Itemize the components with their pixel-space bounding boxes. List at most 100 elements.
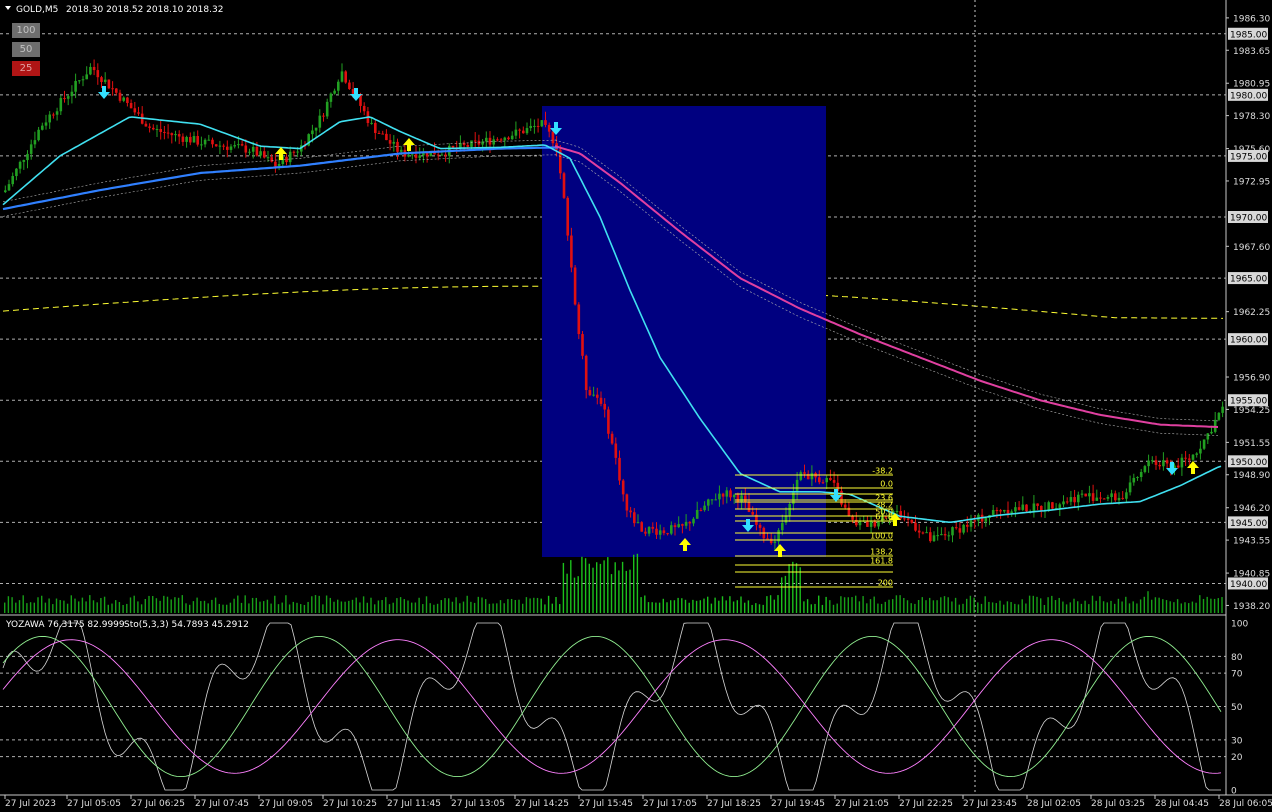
volume-bar: [1158, 597, 1160, 613]
volume-bar: [89, 595, 91, 613]
volume-bar: [340, 601, 343, 613]
candle-body: [440, 154, 444, 156]
volume-bar: [673, 600, 676, 613]
time-label: 28 Jul 03:25: [1091, 799, 1145, 809]
time-label: 28 Jul 02:05: [1027, 799, 1081, 809]
volume-bar: [910, 603, 912, 613]
volume-bar: [337, 599, 339, 613]
candle-body: [954, 527, 958, 529]
volume-bar: [1095, 600, 1097, 613]
candle-body: [607, 409, 610, 434]
volume-bar: [647, 602, 650, 613]
candle-body: [122, 97, 125, 101]
candle-body: [466, 144, 470, 147]
volume-bar: [1069, 602, 1071, 613]
candle-body: [436, 154, 440, 156]
candle-body: [255, 146, 259, 156]
dropdown-triangle-icon[interactable]: [5, 6, 11, 10]
volume-bar: [11, 597, 13, 613]
volume-bar: [877, 603, 879, 613]
candle-body: [821, 482, 825, 484]
candle-body: [237, 144, 240, 146]
candle-body: [381, 133, 384, 135]
volume-bar: [695, 600, 698, 613]
candle-body: [388, 140, 392, 144]
volume-bar: [607, 557, 609, 613]
volume-bar: [163, 595, 165, 613]
volume-bar: [429, 603, 431, 613]
volume-bar: [681, 598, 683, 613]
volume-bar: [954, 597, 957, 613]
candle-body: [825, 477, 828, 483]
volume-bar: [129, 597, 132, 613]
volume-bar: [1199, 595, 1201, 613]
candle-body: [636, 522, 640, 524]
volume-bar: [884, 601, 886, 613]
volume-bar: [1006, 601, 1009, 613]
candle-body: [718, 493, 721, 500]
candle-body: [1084, 493, 1087, 497]
volume-bar: [189, 604, 191, 613]
candle-body: [214, 144, 218, 147]
button-25[interactable]: 25: [12, 61, 40, 76]
candle-body: [166, 132, 170, 134]
candle-body: [640, 522, 643, 532]
candle-body: [1036, 503, 1039, 506]
price-tick-label: 1962.25: [1233, 308, 1270, 318]
price-label: 1965.00: [1230, 275, 1267, 285]
volume-bar: [581, 556, 583, 613]
volume-bar: [806, 599, 809, 613]
price-label: 1945.00: [1230, 519, 1267, 529]
volume-bar: [758, 604, 761, 613]
volume-bar: [152, 596, 154, 613]
candle-body: [266, 157, 270, 159]
volume-bar: [200, 601, 202, 613]
volume-bar: [518, 599, 520, 613]
candle-body: [1099, 497, 1102, 499]
volume-bar: [240, 602, 243, 613]
candle-body: [666, 533, 669, 535]
candle-body: [377, 133, 381, 135]
volume-bar: [481, 597, 483, 613]
candle-body: [599, 397, 603, 404]
volume-bar: [477, 596, 479, 613]
candle-body: [233, 145, 236, 147]
candle-body: [126, 97, 129, 104]
volume-bar: [377, 600, 380, 613]
candle-body: [799, 472, 803, 480]
volume-bar: [22, 595, 24, 613]
candle-body: [684, 521, 688, 526]
candle-body: [418, 155, 421, 158]
candle-body: [1117, 497, 1121, 501]
volume-bar: [7, 596, 10, 613]
candle-body: [1195, 453, 1198, 455]
volume-bar: [551, 603, 553, 613]
volume-bar: [980, 603, 983, 613]
volume-bar: [1180, 603, 1182, 613]
volume-bar: [843, 597, 846, 613]
price-chart[interactable]: -38.20.023.638.250.061.8100.0138.2161.82…: [0, 0, 1272, 812]
volume-bar: [277, 604, 280, 613]
volume-bar: [33, 602, 35, 613]
candle-body: [414, 154, 418, 158]
volume-bar: [740, 596, 742, 613]
candle-body: [370, 122, 373, 124]
volume-bar: [111, 603, 113, 613]
volume-bar: [666, 602, 668, 613]
volume-bar: [74, 598, 76, 613]
candle-body: [144, 123, 148, 127]
volume-bar: [455, 597, 457, 613]
button-50[interactable]: 50: [12, 42, 40, 57]
volume-bar: [873, 596, 875, 613]
volume-bar: [1184, 602, 1186, 613]
volume-bar: [840, 596, 842, 613]
volume-bar: [536, 597, 539, 613]
volume-bar: [118, 602, 121, 613]
volume-bar: [1102, 601, 1105, 613]
button-100[interactable]: 100: [12, 23, 40, 38]
candle-body: [18, 161, 22, 169]
candle-body: [11, 176, 14, 185]
volume-bar: [577, 576, 579, 613]
volume-bar: [1165, 600, 1168, 613]
volume-bar: [370, 597, 372, 613]
